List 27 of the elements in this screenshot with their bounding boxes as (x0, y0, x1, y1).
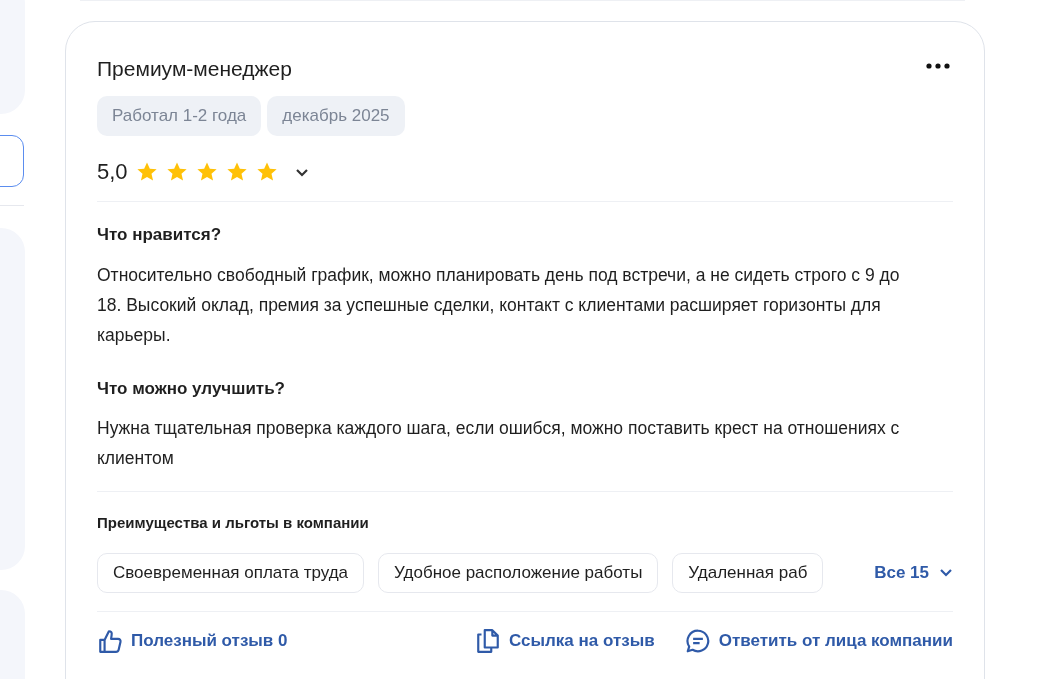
star-icon (165, 161, 188, 183)
action-link[interactable]: Ссылка на отзыв (475, 627, 655, 654)
more-icon (926, 63, 950, 69)
review-title: Премиум-менеджер (97, 56, 292, 82)
section-heading: Что можно улучшить? (97, 377, 286, 400)
chevron-down-icon (939, 568, 953, 577)
action-link[interactable]: Полезный отзыв 0 (97, 627, 288, 654)
benefit-chip: Удаленная раб (672, 552, 824, 593)
copy-icon (475, 627, 502, 654)
chat-icon (684, 627, 711, 654)
section-heading: Что нравится? (97, 224, 223, 246)
star-icon (195, 161, 218, 183)
tag: декабрь 2025 (267, 96, 405, 136)
star-icon (225, 161, 248, 183)
benefits-heading: Преимущества и льготы в компании (97, 513, 370, 533)
star-icon (255, 161, 278, 183)
review-text: Нужна тщательная проверка каждого шага, если ошибся, можно поставить крест на отношениях с клиентом (97, 417, 901, 470)
benefit-chip: Удобное расположение работы (378, 552, 659, 593)
like-icon (97, 627, 123, 654)
action-link[interactable]: Ответить от лица компании (684, 627, 953, 654)
star-icon (135, 161, 158, 183)
chevron-down-icon (294, 167, 309, 177)
benefit-chip: Своевременная оплата труда (97, 552, 365, 593)
tag: Работал 1-2 года (97, 96, 262, 136)
review-text: Относительно свободный график, можно планировать день под встречи, а не сидеть строго с 9 до 18. Высокий оклад, премия за успешные сделки, контакт с клиентами расширяет горизонты для карьеры. (97, 263, 901, 347)
show-all-button[interactable]: Все 15 (874, 559, 953, 586)
rating-value: 5,0 (97, 158, 128, 186)
